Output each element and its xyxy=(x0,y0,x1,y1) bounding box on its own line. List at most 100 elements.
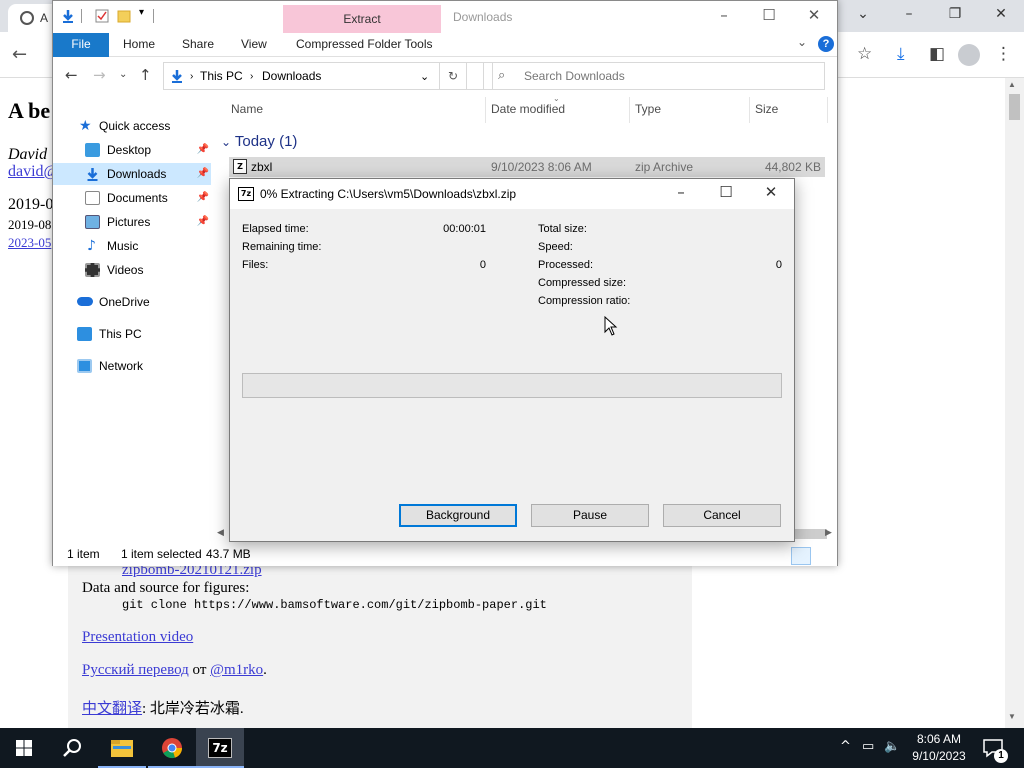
column-header-size[interactable]: Size xyxy=(755,102,778,116)
cancel-button[interactable]: Cancel xyxy=(663,504,781,527)
scroll-right-arrow-icon[interactable]: ▶ xyxy=(825,527,832,538)
ribbon-expand-chevron-icon[interactable]: ⌄ xyxy=(797,35,807,49)
column-header-type[interactable]: Type xyxy=(635,102,661,116)
breadcrumb-downloads[interactable]: Downloads xyxy=(262,69,321,83)
download-icon[interactable]: ⤓ xyxy=(897,44,905,64)
large-icons-view-icon[interactable] xyxy=(813,547,833,565)
close-icon[interactable]: ✕ xyxy=(791,6,837,24)
windows-logo-icon xyxy=(16,740,32,756)
downloads-folder-icon xyxy=(172,70,182,83)
page-scrollbar-thumb[interactable] xyxy=(1009,94,1020,120)
chinese-translation-link[interactable]: 中文翻译 xyxy=(82,701,142,717)
column-separator[interactable] xyxy=(629,97,630,123)
column-header-name[interactable]: Name xyxy=(231,102,263,116)
page-scrollbar[interactable] xyxy=(1005,78,1024,728)
nav-quick-access[interactable]: ★ Quick access xyxy=(53,115,211,137)
nav-onedrive[interactable]: OneDrive xyxy=(53,291,211,313)
address-bar[interactable]: › This PC › Downloads ⌄ ↻ xyxy=(163,62,493,90)
close-icon[interactable]: ✕ xyxy=(986,6,1016,22)
scroll-up-arrow-icon[interactable]: ▲ xyxy=(1008,80,1016,89)
minimize-icon[interactable]: – xyxy=(658,183,704,201)
page-heading: A be xyxy=(8,98,51,123)
taskbar-file-explorer[interactable] xyxy=(98,728,146,768)
refresh-icon[interactable]: ↻ xyxy=(439,62,467,90)
show-hidden-icons-chevron-icon[interactable]: ^ xyxy=(840,739,851,754)
qat-dropdown-icon[interactable]: ▾ xyxy=(139,7,144,18)
volume-muted-icon[interactable]: 🔈 xyxy=(884,739,900,754)
dialog-titlebar[interactable]: 7z 0% Extracting C:\Users\vm5\Downloads\… xyxy=(230,179,794,209)
column-header-date-modified[interactable]: Date modified xyxy=(491,102,565,116)
nav-this-pc[interactable]: This PC xyxy=(53,323,211,345)
nav-videos[interactable]: Videos xyxy=(53,259,211,281)
table-row[interactable]: Z zbxl 9/10/2023 8:06 AM zip Archive 44,… xyxy=(229,157,825,177)
taskbar-chrome[interactable] xyxy=(148,728,196,768)
column-separator[interactable] xyxy=(827,97,828,123)
extract-context-tab[interactable]: Extract xyxy=(283,5,441,33)
nav-desktop[interactable]: Desktop 📌 xyxy=(53,139,211,161)
page-email-link[interactable]: david@ xyxy=(8,163,58,181)
tab-view[interactable]: View xyxy=(241,37,267,51)
file-type: zip Archive xyxy=(635,160,694,174)
breadcrumb-this-pc[interactable]: This PC xyxy=(200,69,243,83)
new-folder-icon[interactable] xyxy=(117,9,131,23)
tab-file[interactable]: File xyxy=(53,33,109,57)
group-collapse-chevron-icon[interactable]: ⌄ xyxy=(221,135,235,149)
details-view-icon[interactable] xyxy=(791,547,811,565)
russian-author-link[interactable]: @m1rko xyxy=(210,662,263,678)
minimize-icon[interactable]: – xyxy=(894,6,924,22)
help-icon[interactable]: ? xyxy=(818,36,834,52)
side-panel-icon[interactable]: ◧ xyxy=(929,44,945,64)
recent-locations-chevron-icon[interactable]: ⌄ xyxy=(119,69,127,80)
up-arrow-icon[interactable]: ↑ xyxy=(139,66,152,84)
taskbar-search-button[interactable] xyxy=(48,728,96,768)
tab-share[interactable]: Share xyxy=(182,37,214,51)
nav-documents[interactable]: Documents 📌 xyxy=(53,187,211,209)
network-status-icon[interactable]: ▭ xyxy=(862,739,874,754)
background-button[interactable]: Background xyxy=(399,504,517,527)
menu-dots-icon[interactable]: ⋮ xyxy=(995,44,1012,64)
chevron-down-icon[interactable]: ⌄ xyxy=(848,6,878,22)
search-input[interactable]: ⌕ Search Downloads xyxy=(483,62,825,90)
properties-icon[interactable] xyxy=(95,9,109,23)
profile-avatar[interactable] xyxy=(958,44,980,66)
scroll-down-arrow-icon[interactable]: ▼ xyxy=(1008,712,1016,721)
pause-button[interactable]: Pause xyxy=(531,504,649,527)
files-value: 0 xyxy=(479,259,486,271)
address-dropdown-icon[interactable]: ⌄ xyxy=(420,70,429,83)
page-date-link[interactable]: 2023-05 xyxy=(8,235,51,251)
pin-icon[interactable]: 📌 xyxy=(197,211,209,233)
pin-icon[interactable]: 📌 xyxy=(197,187,209,209)
russian-translation-link[interactable]: Русский перевод xyxy=(82,662,189,678)
taskbar-7zip[interactable]: 7z xyxy=(196,728,244,768)
column-separator[interactable] xyxy=(749,97,750,123)
horizontal-scrollbar-thumb[interactable] xyxy=(795,529,827,539)
page-author: David xyxy=(8,146,48,163)
scroll-left-arrow-icon[interactable]: ◀ xyxy=(217,527,224,538)
download-arrow-icon[interactable] xyxy=(61,9,75,23)
tab-compressed-folder-tools[interactable]: Compressed Folder Tools xyxy=(296,37,433,51)
nav-pictures[interactable]: Pictures 📌 xyxy=(53,211,211,233)
nav-label: OneDrive xyxy=(99,295,150,309)
ribbon-tabs: File Home Share View Compressed Folder T… xyxy=(53,33,837,57)
maximize-icon[interactable]: ☐ xyxy=(703,183,749,201)
nav-downloads[interactable]: Downloads 📌 xyxy=(53,163,211,185)
restore-icon[interactable]: ❐ xyxy=(940,6,970,22)
tab-home[interactable]: Home xyxy=(123,37,155,51)
close-icon[interactable]: ✕ xyxy=(748,183,794,201)
pin-icon[interactable]: 📌 xyxy=(197,163,209,185)
chinese-translator: : 北岸冷若冰霜. xyxy=(142,701,244,717)
pin-icon[interactable]: 📌 xyxy=(197,139,209,161)
start-button[interactable] xyxy=(0,728,48,768)
forward-arrow-icon[interactable]: → xyxy=(93,66,106,84)
nav-network[interactable]: Network xyxy=(53,355,211,377)
taskbar-clock[interactable]: 8:06 AM 9/10/2023 xyxy=(905,731,973,765)
presentation-video-link[interactable]: Presentation video xyxy=(82,629,193,646)
minimize-icon[interactable]: – xyxy=(701,6,747,24)
nav-music[interactable]: ♪ Music xyxy=(53,235,211,257)
star-icon[interactable]: ☆ xyxy=(857,44,872,64)
group-header-today[interactable]: ⌄ Today (1) xyxy=(221,133,297,150)
back-arrow-icon[interactable]: ← xyxy=(65,66,78,84)
maximize-icon[interactable]: ☐ xyxy=(746,6,792,24)
back-arrow-icon[interactable]: ← xyxy=(12,44,27,65)
column-separator[interactable] xyxy=(485,97,486,123)
